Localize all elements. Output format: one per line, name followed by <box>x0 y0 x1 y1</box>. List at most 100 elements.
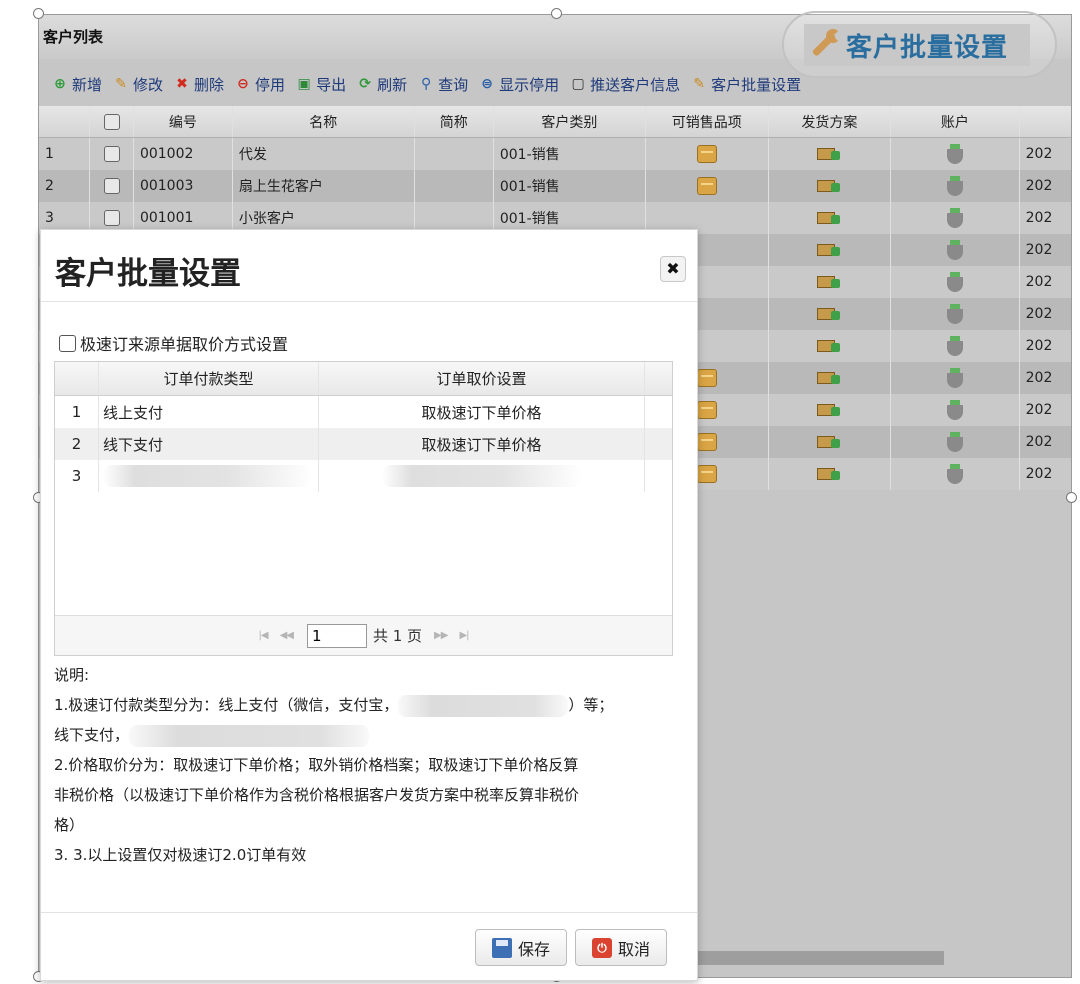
account-cell[interactable] <box>891 266 1020 298</box>
row-checkbox[interactable] <box>103 178 120 194</box>
price-setting[interactable]: 取极速订下单价格 <box>319 428 645 460</box>
goods-box-icon[interactable] <box>696 401 717 419</box>
shipping-cell[interactable] <box>769 362 892 394</box>
first-page-button[interactable]: |◀ <box>259 630 269 641</box>
account-cell[interactable] <box>891 394 1020 426</box>
inner-header-price[interactable]: 订单取价设置 <box>319 362 645 395</box>
goods-box-icon[interactable] <box>696 465 717 483</box>
header-category[interactable]: 客户类别 <box>494 106 646 137</box>
header-short[interactable]: 简称 <box>415 106 494 137</box>
shipping-cell[interactable] <box>769 138 892 170</box>
resize-handle-top-left[interactable] <box>33 8 44 19</box>
close-icon[interactable]: ✖ <box>660 256 686 282</box>
account-icon[interactable] <box>946 208 963 228</box>
shipping-cell[interactable] <box>769 202 892 234</box>
next-page-button[interactable]: ▶▶ <box>434 630 448 641</box>
last-page-button[interactable]: ▶| <box>459 630 469 641</box>
row-checkbox-cell[interactable] <box>90 138 134 170</box>
account-icon[interactable] <box>946 336 963 356</box>
account-cell[interactable] <box>891 330 1020 362</box>
account-cell[interactable] <box>891 234 1020 266</box>
account-icon[interactable] <box>946 432 963 452</box>
shipping-truck-icon[interactable] <box>817 242 841 258</box>
shipping-truck-icon[interactable] <box>817 306 841 322</box>
select-all-checkbox[interactable] <box>103 113 120 130</box>
row-checkbox[interactable] <box>103 210 120 226</box>
account-cell[interactable] <box>891 426 1020 458</box>
horizontal-scrollbar[interactable] <box>694 951 944 965</box>
toolbar-clipboard-button[interactable]: ▢ 推送客户信息 <box>569 74 681 95</box>
goods-box-icon[interactable] <box>696 177 717 195</box>
shipping-cell[interactable] <box>769 426 892 458</box>
price-setting[interactable] <box>319 460 645 492</box>
toolbar-wrench-button[interactable]: ✎ 客户批量设置 <box>690 74 801 95</box>
shipping-cell[interactable] <box>769 170 892 202</box>
shipping-cell[interactable] <box>769 234 892 266</box>
resize-handle-top[interactable] <box>551 8 562 19</box>
shipping-cell[interactable] <box>769 394 892 426</box>
account-cell[interactable] <box>891 458 1020 490</box>
payment-type[interactable]: 线上支付 <box>99 396 319 428</box>
toolbar-refresh-button[interactable]: ⟳ 刷新 <box>356 74 407 95</box>
toolbar-edit-button[interactable]: ✎ 修改 <box>112 74 163 95</box>
account-icon[interactable] <box>946 304 963 324</box>
shipping-truck-icon[interactable] <box>817 210 841 226</box>
goods-box-icon[interactable] <box>696 369 717 387</box>
toolbar-add-button[interactable]: ⊕ 新增 <box>51 74 102 95</box>
shipping-cell[interactable] <box>769 330 892 362</box>
shipping-truck-icon[interactable] <box>817 178 841 194</box>
shipping-cell[interactable] <box>769 266 892 298</box>
goods-cell[interactable] <box>646 138 769 170</box>
table-row[interactable]: 2 001003 扇上生花客户 001-销售 202 <box>39 170 1071 202</box>
toolbar-delete-button[interactable]: ✖ 删除 <box>173 74 224 95</box>
account-cell[interactable] <box>891 362 1020 394</box>
toolbar-excel-button[interactable]: ▣ 导出 <box>295 74 346 95</box>
account-icon[interactable] <box>946 144 963 164</box>
payment-type[interactable]: 线下支付 <box>99 428 319 460</box>
row-checkbox-cell[interactable] <box>90 170 134 202</box>
prev-page-button[interactable]: ◀◀ <box>280 630 294 641</box>
account-cell[interactable] <box>891 202 1020 234</box>
resize-handle-right[interactable] <box>1066 492 1077 503</box>
payment-row[interactable]: 1 线上支付 取极速订下单价格 <box>55 396 672 428</box>
header-goods[interactable]: 可销售品项 <box>646 106 769 137</box>
price-source-option[interactable]: 极速订来源单据取价方式设置 <box>59 331 288 355</box>
toolbar-search-button[interactable]: ⚲ 查询 <box>417 74 468 95</box>
shipping-truck-icon[interactable] <box>817 466 841 482</box>
goods-cell[interactable] <box>646 170 769 202</box>
shipping-truck-icon[interactable] <box>817 146 841 162</box>
page-number-input[interactable] <box>306 623 367 648</box>
account-cell[interactable] <box>891 170 1020 202</box>
header-name[interactable]: 名称 <box>233 106 415 137</box>
payment-row[interactable]: 2 线下支付 取极速订下单价格 <box>55 428 672 460</box>
shipping-truck-icon[interactable] <box>817 370 841 386</box>
shipping-cell[interactable] <box>769 298 892 330</box>
account-icon[interactable] <box>946 400 963 420</box>
account-cell[interactable] <box>891 138 1020 170</box>
header-date[interactable] <box>1020 106 1071 137</box>
inner-header-type[interactable]: 订单付款类型 <box>99 362 319 395</box>
account-icon[interactable] <box>946 176 963 196</box>
account-cell[interactable] <box>891 298 1020 330</box>
cancel-button[interactable]: ⏻ 取消 <box>575 929 667 966</box>
account-icon[interactable] <box>946 464 963 484</box>
shipping-cell[interactable] <box>769 458 892 490</box>
toolbar-show-disabled-button[interactable]: ⊜ 显示停用 <box>478 74 559 95</box>
goods-box-icon[interactable] <box>696 145 717 163</box>
header-select-all[interactable] <box>90 106 134 137</box>
price-setting[interactable]: 取极速订下单价格 <box>319 396 645 428</box>
account-icon[interactable] <box>946 368 963 388</box>
shipping-truck-icon[interactable] <box>817 402 841 418</box>
save-button[interactable]: 保存 <box>475 929 567 966</box>
payment-type[interactable] <box>99 460 319 492</box>
account-icon[interactable] <box>946 240 963 260</box>
payment-row[interactable]: 3 <box>55 460 672 492</box>
table-row[interactable]: 1 001002 代发 001-销售 202 <box>39 138 1071 170</box>
toolbar-disable-button[interactable]: ⊖ 停用 <box>234 74 285 95</box>
row-checkbox[interactable] <box>103 146 120 162</box>
header-shipping[interactable]: 发货方案 <box>769 106 892 137</box>
shipping-truck-icon[interactable] <box>817 274 841 290</box>
header-code[interactable]: 编号 <box>134 106 233 137</box>
account-icon[interactable] <box>946 272 963 292</box>
shipping-truck-icon[interactable] <box>817 434 841 450</box>
